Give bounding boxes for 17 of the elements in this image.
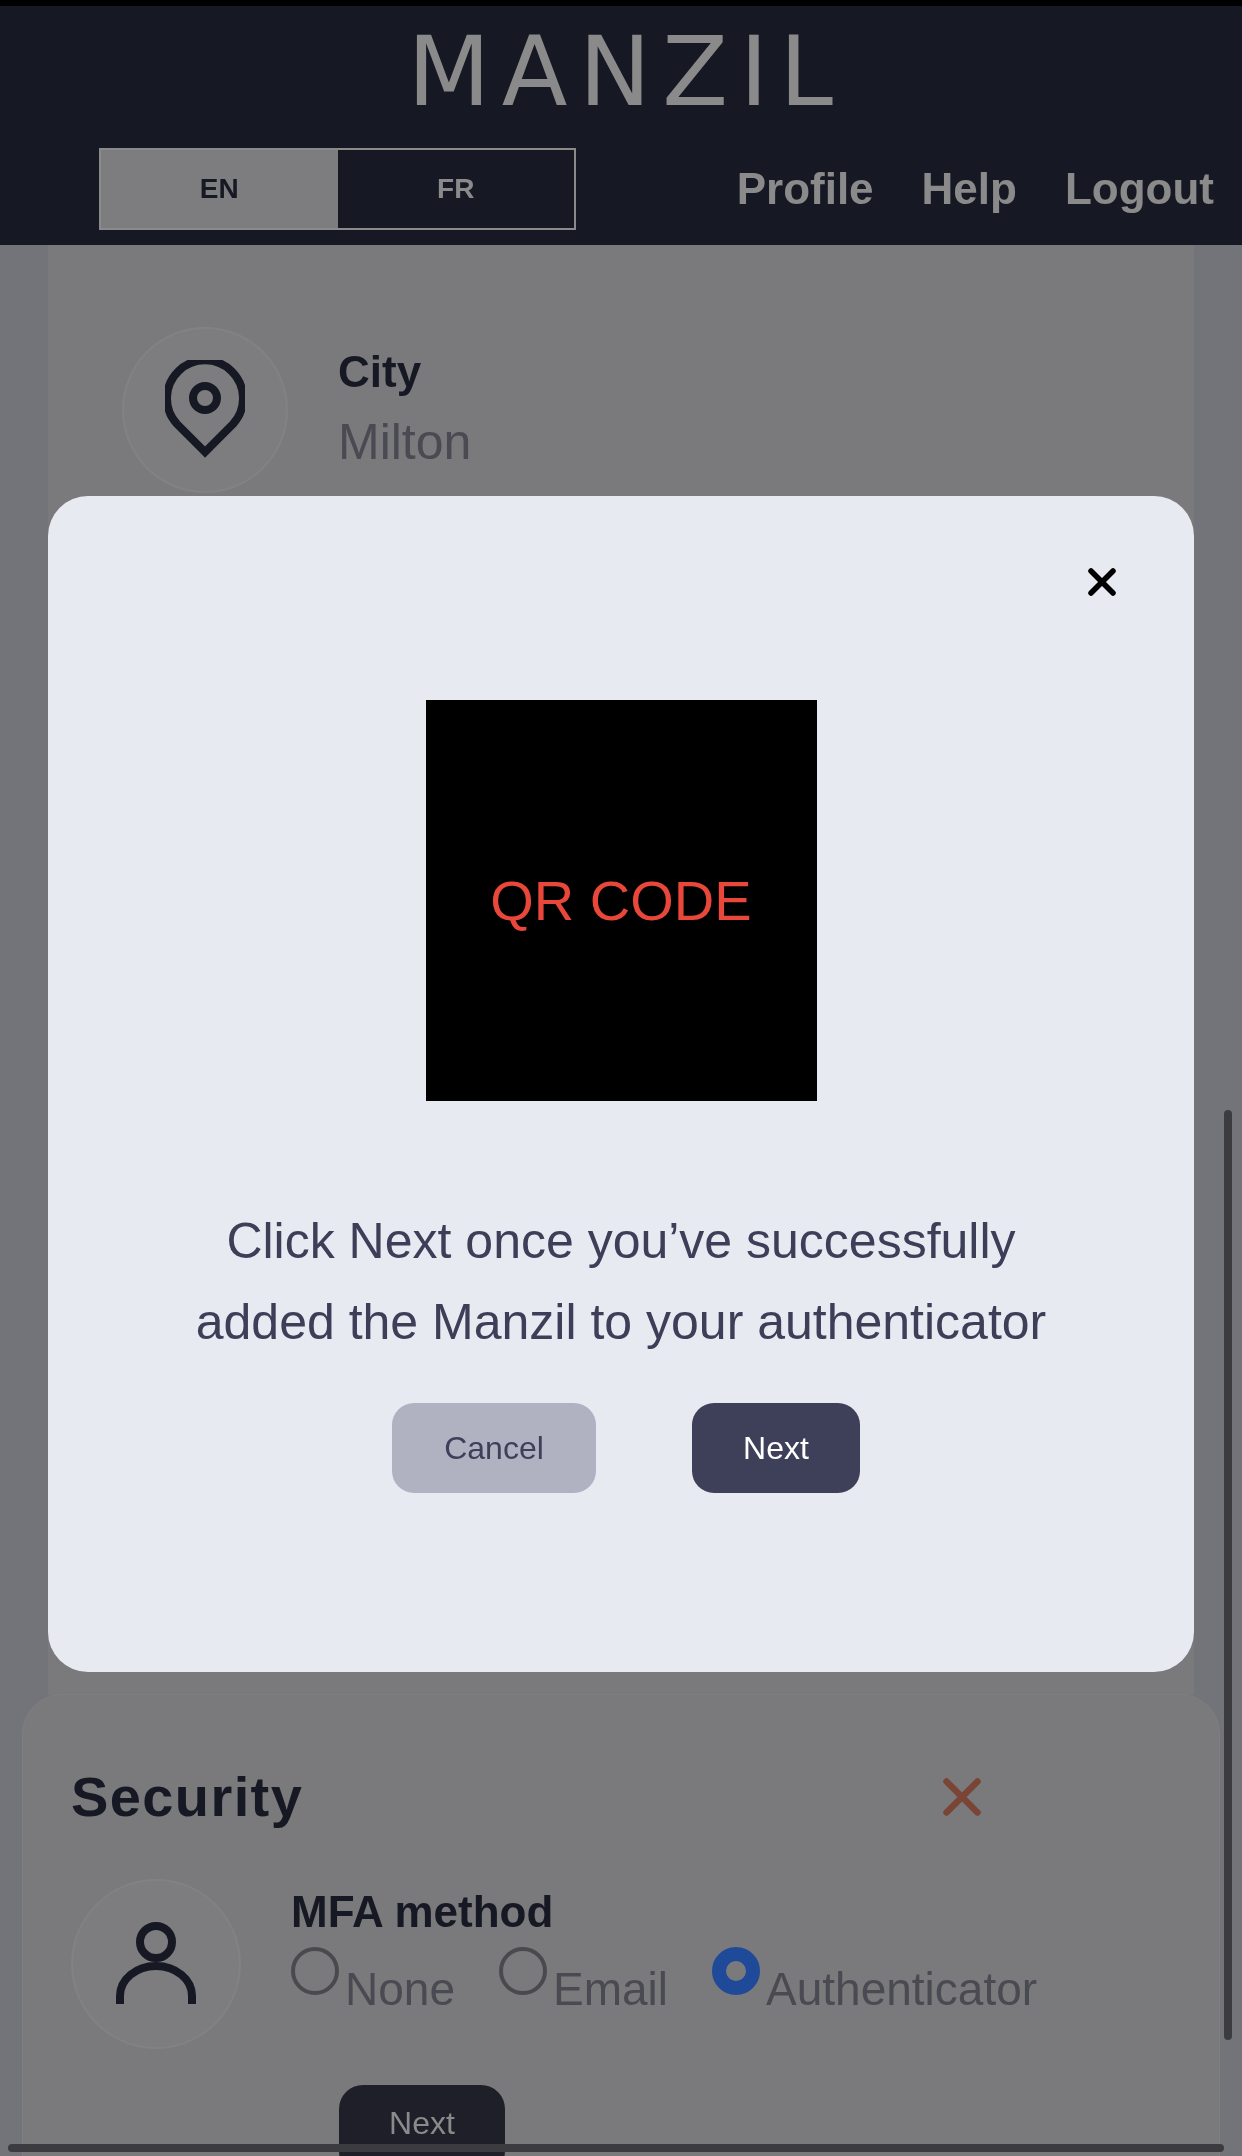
next-button[interactable]: Next xyxy=(692,1403,860,1493)
radio-button[interactable] xyxy=(291,1947,339,1995)
cancel-button[interactable]: Cancel xyxy=(392,1403,596,1493)
logo: MANZIL xyxy=(407,24,845,120)
nav-link[interactable]: Logout xyxy=(1064,156,1214,222)
location-pin-icon xyxy=(165,360,245,460)
language-tab[interactable]: EN xyxy=(101,150,338,228)
instruction-text: Click Next once you’ve successfully added the Manzil to your authenticator xyxy=(194,1212,1048,1352)
person-icon xyxy=(116,1922,196,2006)
qr-code-label: QR CODE xyxy=(490,867,752,934)
nav-link[interactable]: Help xyxy=(921,156,1017,222)
nav-link[interactable]: Profile xyxy=(736,156,874,222)
field-label: MFA method xyxy=(291,1886,555,1938)
field-label: City xyxy=(338,346,423,398)
radio-button[interactable] xyxy=(712,1947,760,1995)
section-title: Security xyxy=(71,1764,304,1830)
radio-button[interactable] xyxy=(498,1947,547,1995)
